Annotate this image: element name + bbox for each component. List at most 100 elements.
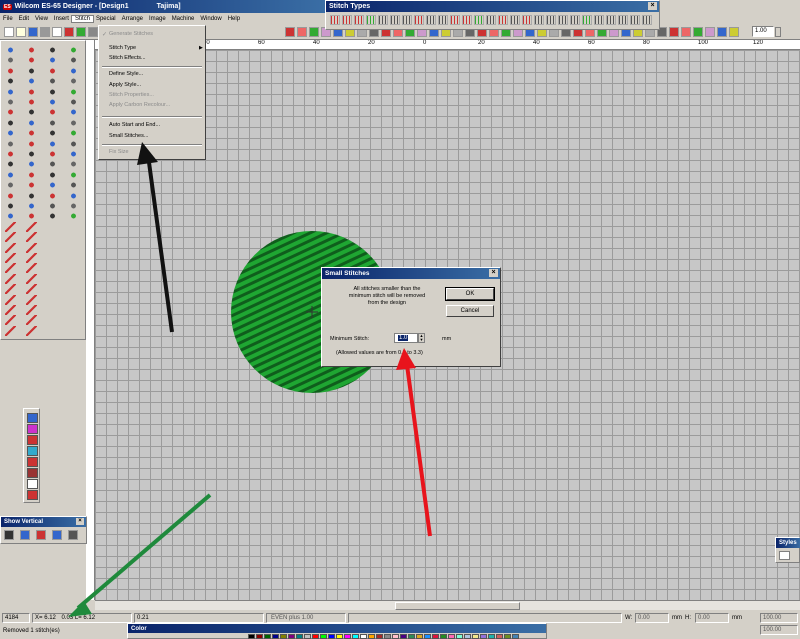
stitch-type-icon[interactable] xyxy=(606,15,616,25)
palette-icon[interactable] xyxy=(27,479,38,489)
menu-window[interactable]: Window xyxy=(197,16,224,22)
tool-icon[interactable] xyxy=(5,253,16,263)
tool-icon[interactable] xyxy=(5,232,16,243)
stitch-type-icon[interactable] xyxy=(534,15,544,25)
menu-file[interactable]: File xyxy=(0,16,16,22)
stitch-type-icon[interactable] xyxy=(570,15,580,25)
color-swatch[interactable] xyxy=(472,634,479,639)
tool-icon[interactable] xyxy=(26,55,37,66)
tool-icon[interactable] xyxy=(68,97,79,107)
min-stitch-input[interactable]: 1.0 xyxy=(394,333,418,343)
toolbar-button-icon[interactable] xyxy=(297,27,307,37)
tool-icon[interactable] xyxy=(47,86,58,97)
ok-button[interactable]: OK xyxy=(445,287,495,301)
tool-icon[interactable] xyxy=(5,305,16,315)
color-swatch[interactable] xyxy=(304,634,311,639)
tool-icon[interactable] xyxy=(68,159,79,170)
tool-icon[interactable] xyxy=(26,128,37,139)
tool-icon[interactable] xyxy=(5,294,16,305)
color-swatch[interactable] xyxy=(280,634,287,639)
tool-icon[interactable] xyxy=(5,263,16,274)
tool-icon[interactable] xyxy=(26,221,37,232)
color-swatch[interactable] xyxy=(248,634,255,639)
color-swatch[interactable] xyxy=(416,634,423,639)
stitch-type-icon[interactable] xyxy=(486,15,496,25)
scroll-thumb[interactable] xyxy=(395,602,520,610)
tool-icon[interactable] xyxy=(5,128,16,139)
zoom-spinner-icon[interactable] xyxy=(775,27,781,37)
tool-icon[interactable] xyxy=(5,273,16,284)
menu-insert[interactable]: Insert xyxy=(51,16,72,22)
tool-icon[interactable] xyxy=(26,325,37,336)
menu-machine[interactable]: Machine xyxy=(169,16,198,22)
color-swatch[interactable] xyxy=(312,634,319,639)
tool-icon[interactable] xyxy=(26,86,37,97)
palette-icon[interactable] xyxy=(27,435,38,445)
color-swatch[interactable] xyxy=(368,634,375,639)
tool-icon[interactable] xyxy=(26,138,37,149)
toolbar-button-icon[interactable] xyxy=(64,27,74,37)
tool-icon[interactable] xyxy=(5,190,16,201)
stitch-menu-item-4[interactable]: Apply Style... xyxy=(109,82,141,88)
stitch-type-icon[interactable] xyxy=(438,15,448,25)
toolbar-button-icon[interactable] xyxy=(717,27,727,37)
toolbar-button-icon[interactable] xyxy=(681,27,691,37)
tool-icon[interactable] xyxy=(68,169,79,180)
stitch-menu-item-3[interactable]: Define Style... xyxy=(109,71,143,77)
toolbar-button-icon[interactable] xyxy=(28,27,38,37)
tool-icon[interactable] xyxy=(47,76,58,87)
menu-edit[interactable]: Edit xyxy=(16,16,32,22)
tool-icon[interactable] xyxy=(47,180,58,191)
tool-icon[interactable] xyxy=(47,149,58,159)
tool-icon[interactable] xyxy=(47,138,58,149)
stitch-type-icon[interactable] xyxy=(378,15,388,25)
tool-icon[interactable] xyxy=(47,159,58,170)
palette-icon[interactable] xyxy=(27,457,38,467)
tool-icon[interactable] xyxy=(47,211,58,222)
tool-icon[interactable] xyxy=(5,284,16,295)
stitch-type-icon[interactable] xyxy=(366,15,376,25)
color-swatch[interactable] xyxy=(456,634,463,639)
tool-icon[interactable] xyxy=(26,315,37,326)
palette-icon[interactable] xyxy=(27,468,38,478)
cancel-button[interactable]: Cancel xyxy=(446,305,494,317)
toolbar-button-icon[interactable] xyxy=(88,27,98,37)
tool-icon[interactable] xyxy=(5,45,16,55)
tool-icon[interactable] xyxy=(5,97,16,107)
tool-icon[interactable] xyxy=(5,201,16,211)
tool-icon[interactable] xyxy=(26,263,37,274)
color-swatch[interactable] xyxy=(360,634,367,639)
tool-icon[interactable] xyxy=(47,190,58,201)
toolbar-button-icon[interactable] xyxy=(76,27,86,37)
stitch-type-icon[interactable] xyxy=(390,15,400,25)
toolbar-button-icon[interactable] xyxy=(4,27,14,37)
close-icon[interactable]: × xyxy=(648,2,657,10)
tool-icon[interactable] xyxy=(26,65,37,76)
tool-icon[interactable] xyxy=(47,169,58,180)
stitch-type-icon[interactable] xyxy=(354,15,364,25)
stitch-type-icon[interactable] xyxy=(618,15,628,25)
color-swatch[interactable] xyxy=(320,634,327,639)
min-stitch-spinner-icon[interactable]: ▲ ▼ xyxy=(418,333,425,343)
toolbar-button-icon[interactable] xyxy=(285,27,295,37)
tool-icon[interactable] xyxy=(5,180,16,191)
tool-icon[interactable] xyxy=(26,107,37,118)
tool-icon[interactable] xyxy=(47,107,58,118)
color-swatch[interactable] xyxy=(400,634,407,639)
color-swatch[interactable] xyxy=(336,634,343,639)
stitch-type-icon[interactable] xyxy=(474,15,484,25)
stitch-menu-item-2[interactable]: Stitch Effects... xyxy=(109,55,146,61)
color-swatch[interactable] xyxy=(352,634,359,639)
stitch-type-icon[interactable] xyxy=(462,15,472,25)
tool-icon[interactable] xyxy=(5,211,16,222)
toolbar-button-icon[interactable] xyxy=(52,27,62,37)
show-vertical-button-icon[interactable] xyxy=(20,530,30,540)
tool-icon[interactable] xyxy=(5,242,16,253)
tool-icon[interactable] xyxy=(47,65,58,76)
tool-icon[interactable] xyxy=(5,76,16,87)
tool-icon[interactable] xyxy=(68,107,79,118)
menu-arrange[interactable]: Arrange xyxy=(119,16,146,22)
show-vertical-button-icon[interactable] xyxy=(4,530,14,540)
tool-icon[interactable] xyxy=(68,76,79,87)
tool-icon[interactable] xyxy=(47,201,58,211)
